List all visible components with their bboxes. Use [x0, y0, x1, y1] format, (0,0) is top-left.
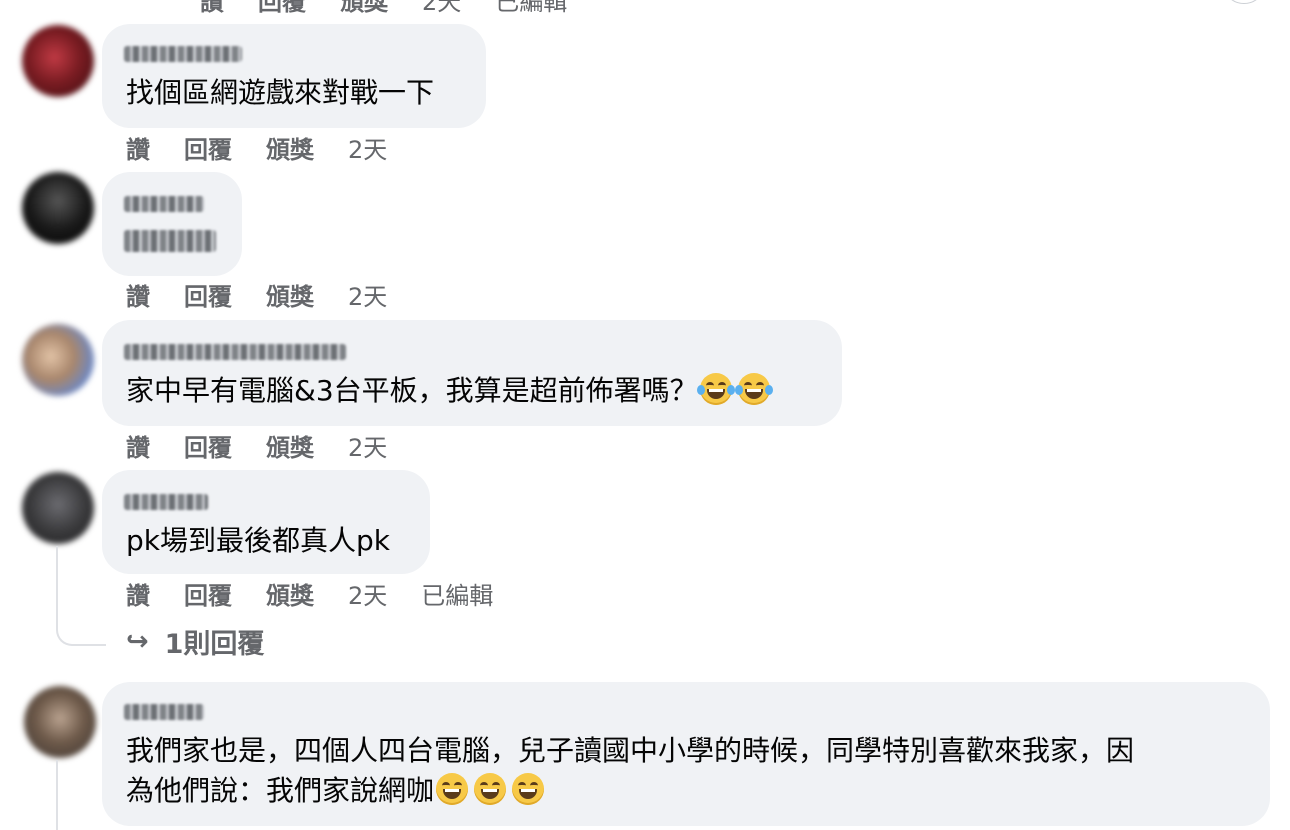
award-button[interactable]: 頒獎 [266, 277, 314, 312]
edited-label: 已編輯 [421, 581, 494, 610]
avatar[interactable] [24, 686, 96, 758]
edited-label: 已編輯 [495, 0, 568, 16]
award-button[interactable]: 頒獎 [266, 576, 314, 611]
replies-count-label[interactable]: 1則回覆 [165, 622, 265, 661]
comment-bubble: 找個區網遊戲來對戰一下 [102, 24, 486, 128]
timestamp[interactable]: 2天 [422, 0, 461, 17]
comment-bubble [102, 172, 242, 276]
face-with-tears-of-joy-icon [696, 373, 735, 405]
comment-text-blurred [124, 230, 216, 252]
like-button[interactable]: 讚 [200, 0, 224, 17]
commenter-name[interactable] [124, 46, 242, 62]
avatar[interactable] [22, 472, 94, 544]
comment-text: 找個區網遊戲來對戰一下 [126, 76, 435, 109]
grinning-face-icon [474, 773, 507, 805]
comment-text-line-1: 我們家也是，四個人四台電腦，兒子讀國中小學的時候，同學特別喜歡來我家，因 [126, 734, 1135, 767]
award-button[interactable]: 頒獎 [266, 428, 314, 463]
timestamp[interactable]: 2天 [348, 130, 387, 165]
reply-button[interactable]: 回覆 [184, 428, 232, 463]
face-with-tears-of-joy-icon [734, 373, 773, 405]
reply-button[interactable]: 回覆 [184, 576, 232, 611]
reply-button[interactable]: 回覆 [184, 130, 232, 165]
commenter-name[interactable] [124, 494, 208, 510]
comment-actions: 讚 回覆 頒獎 2天 [126, 277, 421, 311]
timestamp[interactable]: 2天 [348, 428, 387, 463]
view-replies-link[interactable]: ↪ 1則回覆 [126, 622, 265, 661]
commenter-name[interactable] [124, 704, 204, 720]
reply-arrow-icon: ↪ [126, 625, 149, 657]
avatar[interactable] [22, 172, 94, 244]
more-options-button[interactable] [1222, 0, 1266, 4]
comment-actions: 讚 回覆 頒獎 2天 已編輯 [126, 576, 527, 610]
comment-actions: 讚 回覆 頒獎 2天 [126, 130, 421, 164]
comment-text: pk場到最後都真人pk [126, 524, 390, 557]
timestamp[interactable]: 2天 [348, 576, 387, 611]
commenter-name[interactable] [124, 196, 204, 212]
comment-text-content: 家中早有電腦&3台平板，我算是超前佈署嗎？ [126, 374, 698, 407]
like-button[interactable]: 讚 [126, 428, 150, 463]
like-button[interactable]: 讚 [126, 130, 150, 165]
comment-text-line-2: 為他們說：我們家說網咖 [126, 772, 545, 810]
comment-bubble: pk場到最後都真人pk [102, 470, 430, 574]
comment-bubble: 我們家也是，四個人四台電腦，兒子讀國中小學的時候，同學特別喜歡來我家，因 為他們… [102, 682, 1270, 826]
comment-text: 家中早有電腦&3台平板，我算是超前佈署嗎？ [126, 372, 773, 410]
award-button[interactable]: 頒獎 [340, 0, 388, 17]
award-button[interactable]: 頒獎 [266, 130, 314, 165]
thread-line [56, 760, 58, 830]
reply-button[interactable]: 回覆 [184, 277, 232, 312]
grinning-face-icon [436, 773, 469, 805]
grinning-face-icon [512, 773, 545, 805]
avatar[interactable] [22, 25, 94, 97]
comment-text-content: 為他們說：我們家說網咖 [126, 774, 435, 807]
comment-actions: 讚 回覆 頒獎 2天 [126, 428, 421, 462]
comment-bubble: 家中早有電腦&3台平板，我算是超前佈署嗎？ [102, 320, 842, 426]
like-button[interactable]: 讚 [126, 576, 150, 611]
thread-line-curve [56, 612, 106, 646]
commenter-name[interactable] [124, 344, 346, 360]
like-button[interactable]: 讚 [126, 277, 150, 312]
comment-actions-partial: 讚 回覆 頒獎 2天 已編輯 [200, 0, 601, 16]
timestamp[interactable]: 2天 [348, 277, 387, 312]
avatar[interactable] [22, 324, 94, 396]
reply-button[interactable]: 回覆 [258, 0, 306, 17]
